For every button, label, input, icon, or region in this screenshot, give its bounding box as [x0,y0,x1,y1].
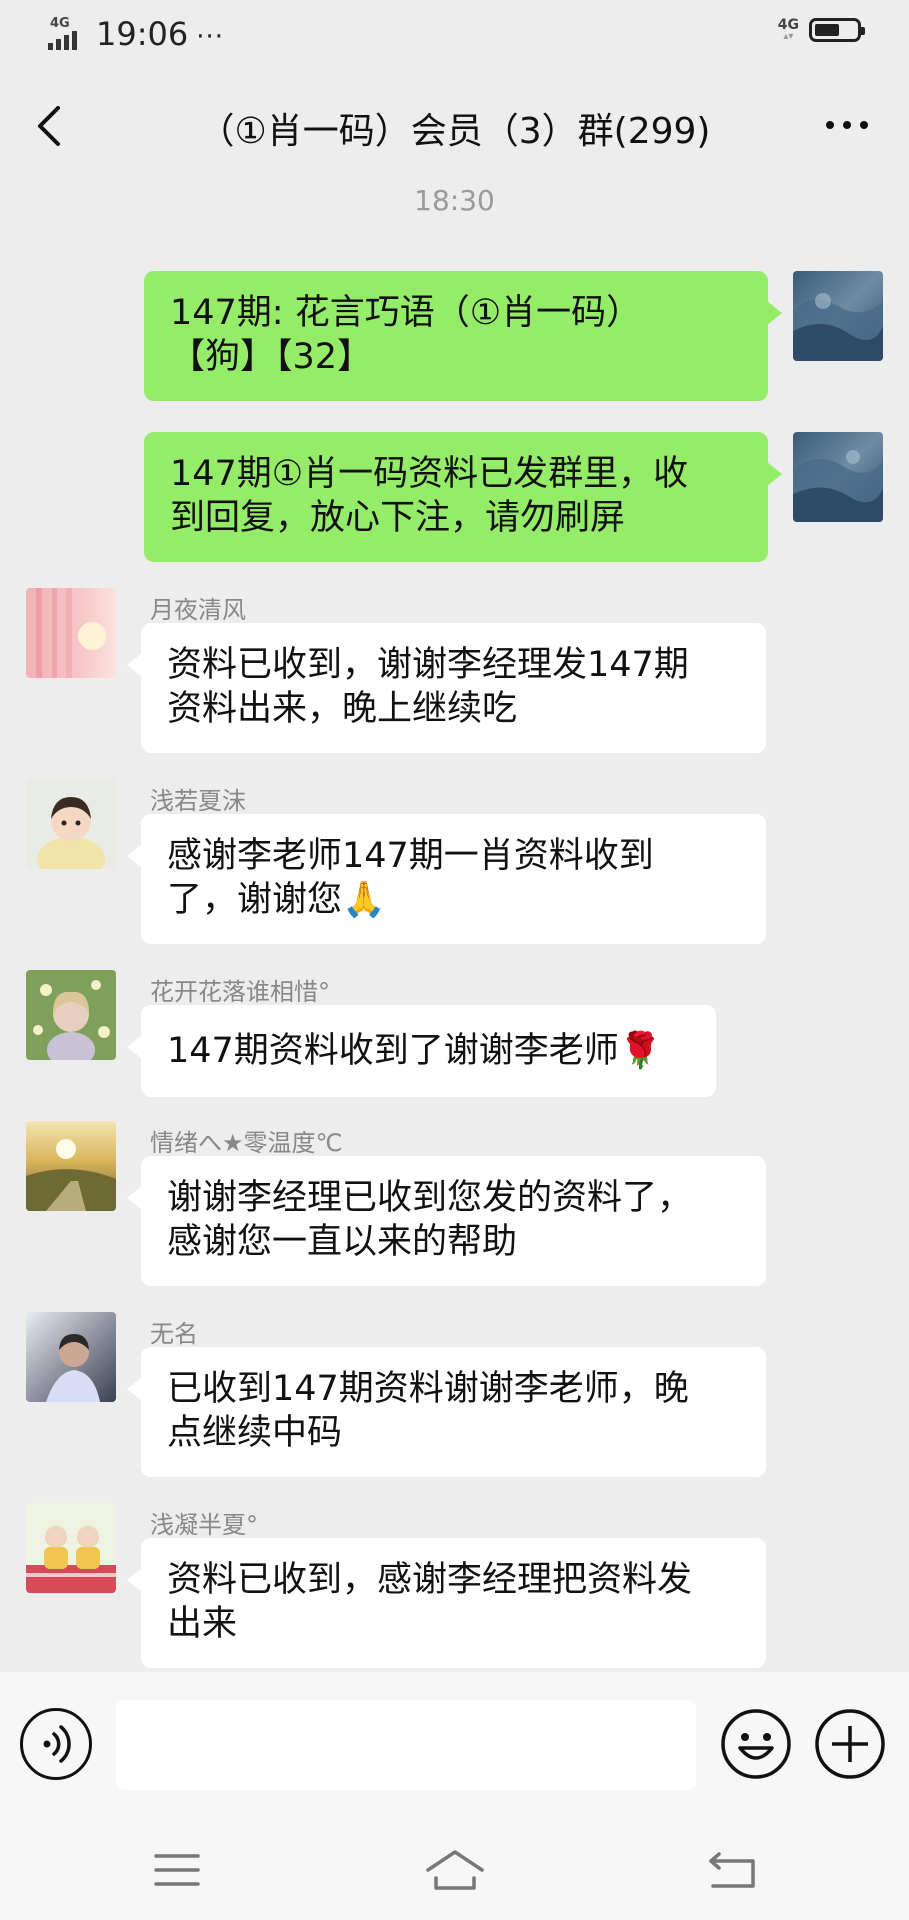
more-actions-button[interactable] [814,1708,886,1780]
avatar[interactable] [793,271,883,361]
system-nav-bar [0,1822,909,1920]
chat-header: （①肖一码）会员（3）群(299) [0,80,909,170]
avatar[interactable] [26,1503,116,1593]
chevron-left-icon [38,106,60,146]
avatar[interactable] [26,970,116,1060]
input-bar [0,1672,909,1822]
message-bubble[interactable]: 已收到147期资料谢谢李老师，晚 点继续中码 [127,1347,766,1477]
avatar[interactable] [26,1312,116,1402]
sender-name: 花开花落谁相惜° [150,978,330,1006]
battery-icon [809,18,865,42]
more-dots-icon [826,121,834,129]
network-icon: 4G ▴▾ [777,17,799,42]
chat-title: （①肖一码）会员（3）群(299) [198,111,711,152]
voice-button[interactable] [20,1708,92,1780]
message-bubble[interactable]: 资料已收到，谢谢李经理发147期 资料出来，晚上继续吃 [127,623,766,753]
sender-name: 浅若夏沫 [150,787,246,815]
message-bubble[interactable]: 谢谢李经理已收到您发的资料了， 感谢您一直以来的帮助 [127,1156,766,1286]
voice-icon [43,1725,71,1763]
nav-back-button[interactable] [697,1844,767,1896]
menu-icon [154,1854,200,1886]
back-button[interactable] [22,96,82,156]
battery-fill [815,24,839,36]
status-bar: 4G 19:06 ··· 4G ▴▾ [0,0,909,70]
return-icon [709,1852,755,1888]
nav-menu-button[interactable] [142,1844,212,1896]
home-icon [426,1850,484,1890]
message-bubble[interactable]: 资料已收到，感谢李经理把资料发 出来 [127,1538,766,1668]
sender-name: 情绪へ★零温度℃ [150,1129,343,1157]
status-time: 19:06 [96,15,189,53]
message-bubble[interactable]: 感谢李老师147期一肖资料收到 了，谢谢您🙏 [127,814,766,944]
message-bubble[interactable]: 147期①肖一码资料已发群里，收 到回复，放心下注，请勿刷屏 [144,432,782,562]
status-left: 4G 19:06 ··· [48,16,224,52]
nav-home-button[interactable] [420,1844,490,1896]
status-dots: ··· [196,22,225,52]
avatar[interactable] [26,779,116,869]
more-button[interactable] [815,100,879,150]
avatar[interactable] [26,1121,116,1211]
message-bubble[interactable]: 147期资料收到了谢谢李老师🌹 [127,1005,716,1097]
message-bubble[interactable]: 147期: 花言巧语（①肖一码） 【狗】【32】 [144,271,782,401]
message-input[interactable] [116,1700,696,1790]
sender-name: 浅凝半夏° [150,1511,258,1539]
emoji-icon [721,1709,791,1779]
sender-name: 月夜清风 [150,596,246,624]
avatar[interactable] [26,588,116,678]
emoji-button[interactable] [720,1708,792,1780]
plus-icon [815,1709,885,1779]
avatar[interactable] [793,432,883,522]
message-timestamp: 18:30 [414,184,495,217]
network-label: 4G [777,17,799,33]
status-right: 4G ▴▾ [777,17,865,42]
sender-name: 无名 [150,1320,198,1348]
signal-label: 4G [50,16,70,31]
signal-icon: 4G [48,16,88,52]
